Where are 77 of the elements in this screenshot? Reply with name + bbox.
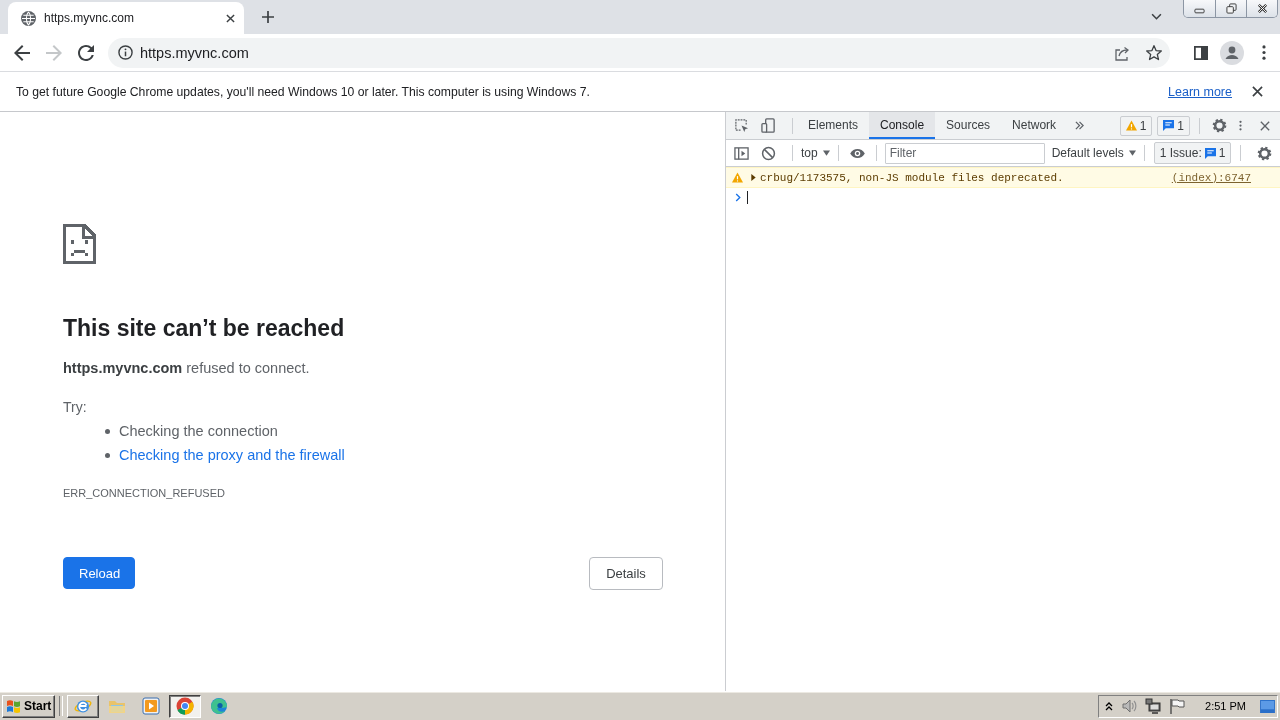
error-code: ERR_CONNECTION_REFUSED [63, 486, 226, 501]
network-icon[interactable] [1145, 698, 1162, 714]
close-icon[interactable] [1260, 120, 1270, 131]
browser-tab[interactable]: https.myvnc.com [8, 2, 244, 34]
reload-button[interactable]: Reload [63, 557, 135, 589]
close-icon [1256, 3, 1268, 14]
inspect-icon[interactable] [734, 118, 749, 133]
close-icon[interactable] [226, 13, 235, 23]
filter-field[interactable]: Filter [884, 142, 1045, 164]
message-icon [1163, 120, 1175, 131]
settings-icon[interactable] [1257, 145, 1272, 161]
levels-dropdown[interactable]: Default levels [1047, 142, 1140, 164]
close-window-button[interactable] [1246, 0, 1277, 17]
reload-icon[interactable] [78, 44, 94, 61]
double-chevron-icon[interactable] [1075, 121, 1085, 130]
bullet-icon [105, 452, 110, 458]
caret-down-icon [1128, 150, 1136, 156]
console-message-text: crbug/1173575, non-JS module files deprecated. [760, 171, 1064, 184]
sad-page-icon [63, 224, 96, 264]
prompt-chevron-icon [735, 192, 741, 202]
bullet-icon [105, 428, 110, 434]
details-button[interactable]: Details [589, 557, 663, 590]
info-icon[interactable] [118, 45, 133, 60]
plus-icon[interactable] [262, 11, 274, 23]
context-dropdown[interactable]: top [797, 142, 834, 164]
side-panel-icon[interactable] [1194, 45, 1208, 60]
devtools-tab[interactable]: Console [869, 112, 936, 139]
try-label: Try: [63, 398, 88, 417]
ring-logo-icon [176, 697, 194, 715]
globe-icon [21, 10, 36, 26]
messages-badge[interactable]: 1 [1157, 115, 1190, 136]
close-icon[interactable] [1252, 86, 1263, 97]
eye-icon[interactable] [848, 147, 866, 159]
settings-icon[interactable] [1212, 118, 1227, 133]
flag-icon[interactable] [1169, 698, 1186, 714]
chevron-up-icon[interactable] [1105, 701, 1114, 711]
taskbar-button[interactable] [169, 694, 201, 718]
minimize-icon [1194, 8, 1205, 14]
suggestion-text: Checking the connection [119, 423, 278, 439]
back-arrow-icon[interactable] [14, 44, 30, 61]
play-icon [142, 697, 160, 715]
restore-icon [1225, 3, 1237, 14]
devtools-tab[interactable]: Elements [797, 112, 870, 139]
warnings-badge[interactable]: 1 [1119, 115, 1153, 136]
error-title: This site can’t be reached [63, 314, 345, 342]
address-bar[interactable]: https.myvnc.com [108, 37, 1170, 68]
share-icon[interactable] [1114, 44, 1130, 61]
issues-button[interactable]: 1 Issue: 1 [1153, 142, 1232, 164]
devtools-tab[interactable]: Sources [935, 112, 1002, 139]
suggestion-link[interactable]: Checking the proxy and the firewall [119, 447, 345, 463]
infobar-message: To get future Google Chrome updates, you'll need Windows 10 or later. This computer is using Windows 7. [16, 84, 590, 99]
clock[interactable]: 2:51 PM [1205, 700, 1246, 712]
star-icon[interactable] [1146, 44, 1162, 61]
source-link[interactable]: (index):6747 [1171, 171, 1251, 184]
message-icon [1204, 147, 1216, 159]
expand-triangle-icon[interactable] [751, 174, 756, 181]
clear-console-icon[interactable] [761, 145, 776, 161]
learn-more-link[interactable]: Learn more [1168, 84, 1232, 99]
devtools-tab[interactable]: Network [1001, 112, 1068, 139]
swirl-icon [210, 697, 228, 715]
minimize-button[interactable] [1184, 0, 1215, 17]
restore-button[interactable] [1215, 0, 1246, 17]
profile-icon[interactable] [1220, 40, 1244, 65]
warning-icon [1125, 120, 1137, 131]
chevron-down-icon[interactable] [1151, 13, 1162, 20]
warning-icon [732, 172, 743, 183]
flag-logo-icon [6, 698, 22, 714]
error-message: https.myvnc.com refused to connect. [63, 359, 311, 378]
speaker-icon[interactable] [1121, 698, 1138, 714]
start-button[interactable]: Start [2, 694, 55, 718]
caret-down-icon [822, 150, 830, 156]
text-cursor [747, 190, 748, 204]
kebab-menu-icon[interactable] [1239, 119, 1242, 132]
kebab-menu-icon[interactable] [1262, 45, 1266, 60]
show-desktop-icon[interactable] [1260, 699, 1275, 713]
device-icon[interactable] [761, 118, 776, 133]
sidebar-toggle-icon[interactable] [734, 145, 749, 161]
